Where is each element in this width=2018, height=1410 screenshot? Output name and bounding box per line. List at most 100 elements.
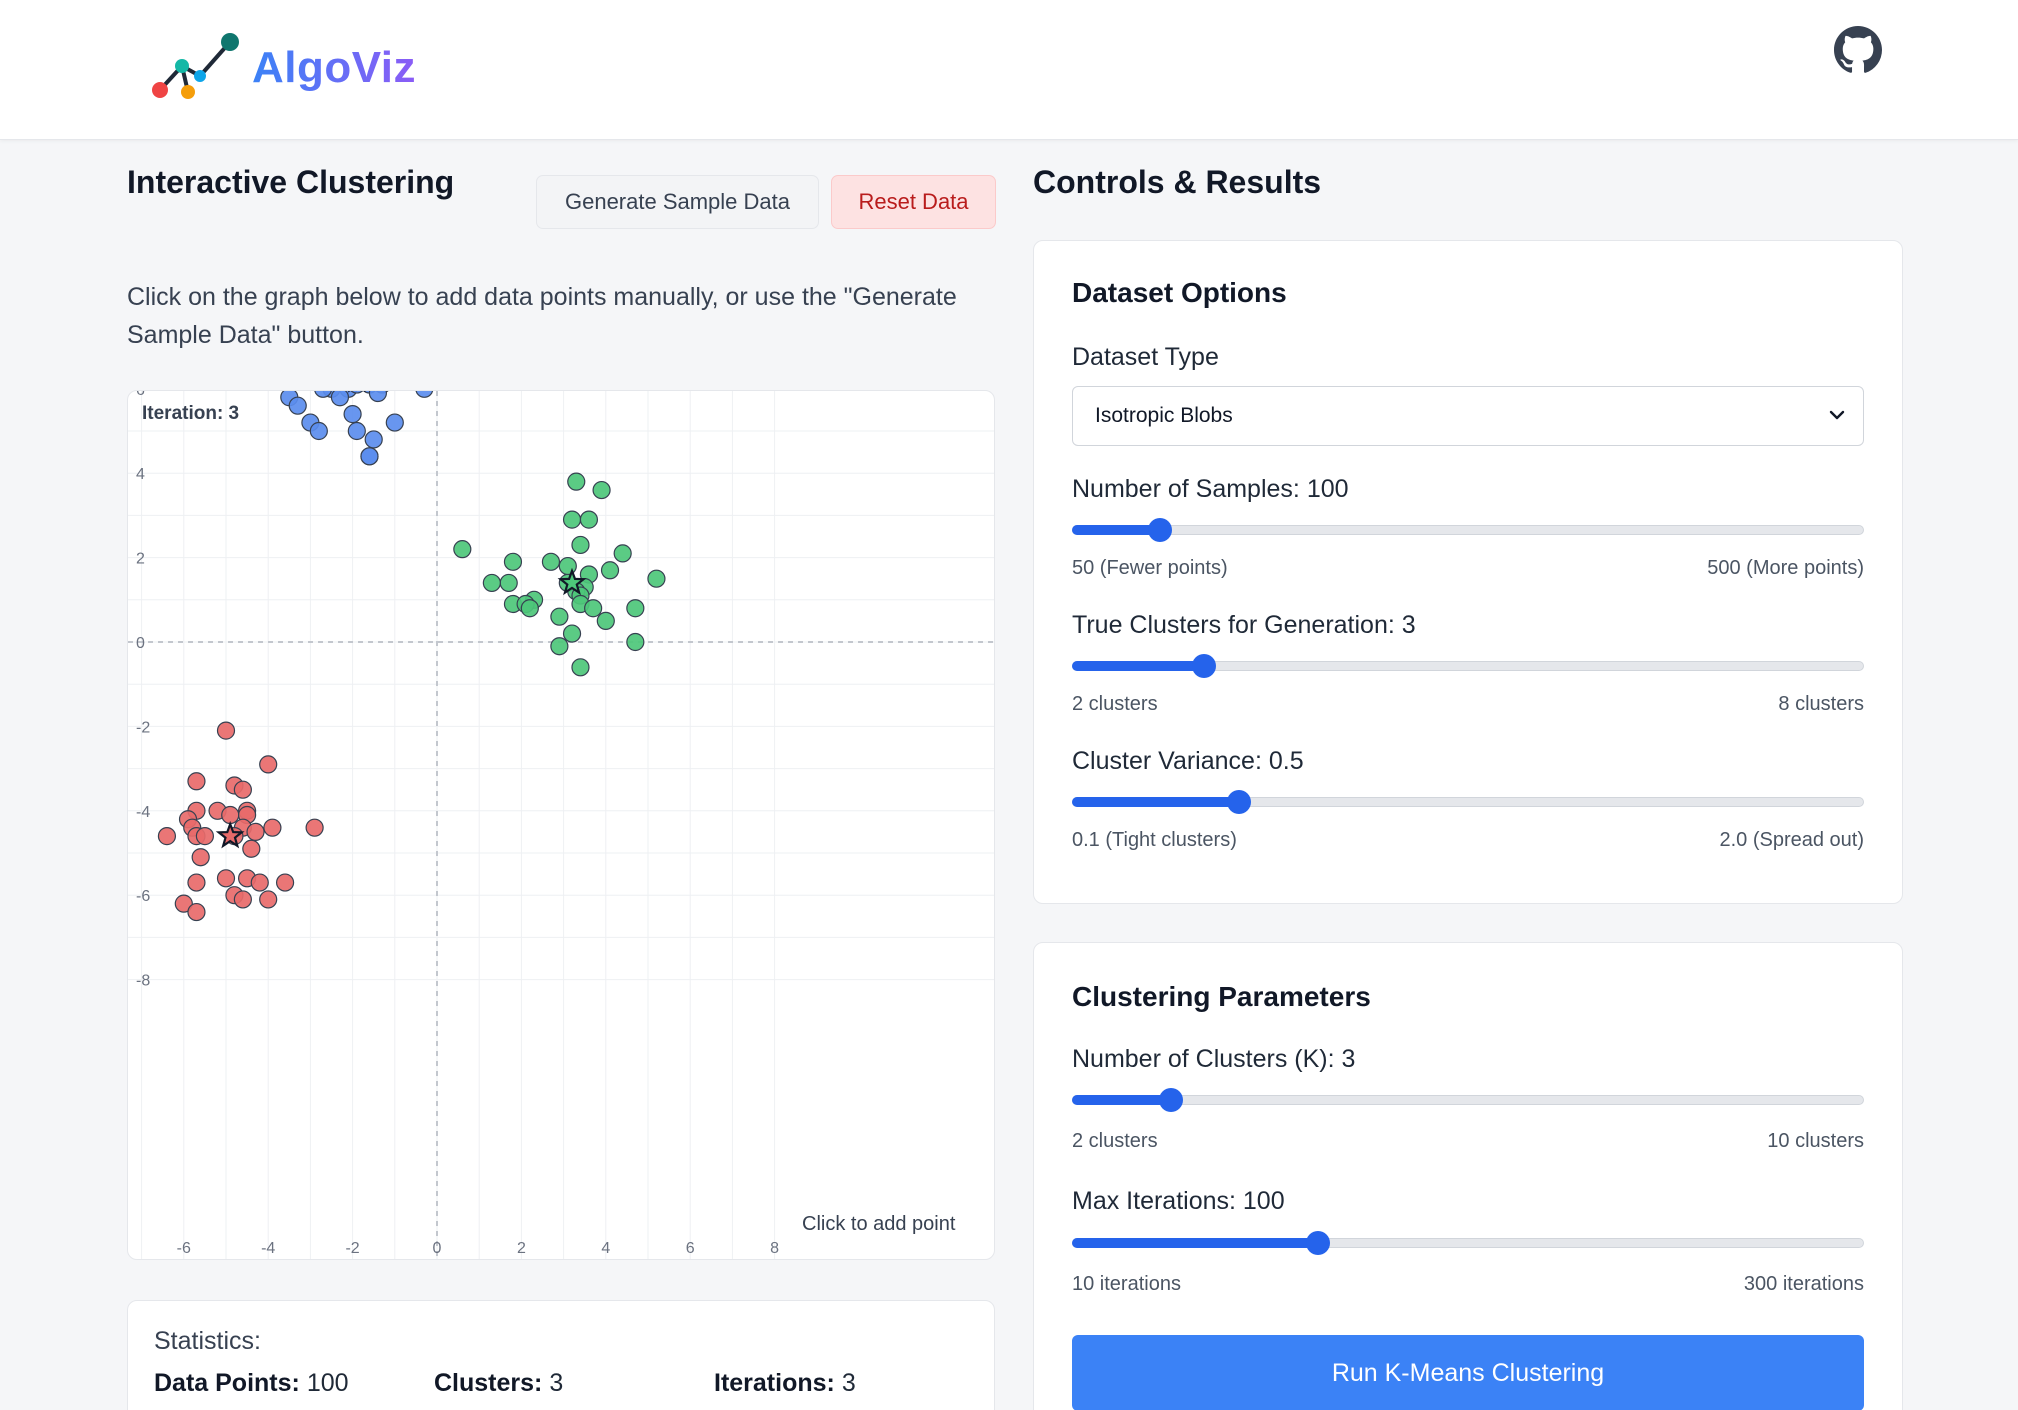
data-point bbox=[330, 391, 350, 407]
data-point bbox=[233, 890, 252, 909]
x-tick-label: 2 bbox=[517, 1240, 526, 1257]
data-point bbox=[195, 827, 215, 846]
click-to-add-hint: Click to add point bbox=[790, 1209, 968, 1240]
k-slider[interactable] bbox=[1072, 1085, 1864, 1115]
data-point bbox=[259, 755, 278, 774]
y-tick-label: -8 bbox=[136, 973, 150, 990]
samples-max-label: 500 (More points) bbox=[1707, 557, 1864, 579]
data-point bbox=[309, 421, 328, 441]
x-tick-label: -4 bbox=[261, 1240, 275, 1257]
data-point bbox=[550, 637, 569, 656]
x-tick-label: -6 bbox=[177, 1240, 191, 1257]
scatter-plot-area[interactable]: -8-6-4-20246886420-2-4-6-8 Iteration: 3 … bbox=[127, 390, 995, 1260]
stat-data-points: Data Points: 100 bbox=[154, 1369, 349, 1398]
data-point bbox=[415, 391, 434, 398]
clustering-parameters-title: Clustering Parameters bbox=[1072, 981, 1371, 1012]
data-point bbox=[246, 822, 265, 841]
data-point bbox=[288, 396, 307, 415]
data-point bbox=[571, 658, 590, 677]
stat-data-points-value: 100 bbox=[306, 1369, 349, 1397]
algoviz-logo-icon bbox=[152, 33, 239, 99]
data-point bbox=[385, 413, 404, 432]
data-point bbox=[368, 391, 388, 403]
stat-clusters-label: Clusters: bbox=[434, 1369, 543, 1397]
true-clusters-min-label: 2 clusters bbox=[1072, 693, 1158, 715]
instructions-text: Click on the graph below to add data poi… bbox=[127, 283, 957, 349]
statistics-title: Statistics: bbox=[154, 1327, 261, 1355]
app-header: AlgoViz bbox=[0, 0, 2018, 140]
github-icon[interactable] bbox=[1834, 26, 1882, 74]
variance-slider[interactable] bbox=[1072, 787, 1864, 817]
data-point bbox=[275, 873, 295, 892]
y-tick-label: 2 bbox=[136, 551, 145, 568]
data-point bbox=[360, 447, 379, 466]
max-iterations-max-label: 300 iterations bbox=[1743, 1273, 1864, 1295]
reset-data-button[interactable]: Reset Data bbox=[831, 175, 996, 229]
scatter-plot-svg[interactable]: -8-6-4-20246886420-2-4-6-8 bbox=[128, 391, 995, 1260]
data-point bbox=[343, 405, 362, 424]
y-tick-label: 6 bbox=[136, 391, 145, 399]
max-iterations-slider[interactable] bbox=[1072, 1228, 1864, 1258]
iteration-label: Iteration: 3 bbox=[142, 403, 240, 424]
data-point bbox=[584, 599, 603, 618]
stat-iterations-value: 3 bbox=[841, 1369, 856, 1397]
data-point bbox=[305, 818, 324, 837]
data-point bbox=[187, 772, 206, 791]
data-point bbox=[191, 848, 210, 867]
slider-thumb[interactable] bbox=[1305, 1231, 1330, 1255]
slider-thumb[interactable] bbox=[1191, 654, 1216, 678]
samples-min-label: 50 (Fewer points) bbox=[1072, 557, 1228, 579]
data-point bbox=[482, 573, 501, 593]
data-point bbox=[347, 421, 366, 441]
true-clusters-label: True Clusters for Generation: 3 bbox=[1072, 611, 1416, 639]
data-point bbox=[600, 561, 620, 580]
generate-sample-data-button[interactable]: Generate Sample Data bbox=[536, 175, 819, 229]
slider-thumb[interactable] bbox=[1159, 1088, 1183, 1112]
true-clusters-max-label: 8 clusters bbox=[1778, 693, 1864, 715]
max-iterations-label: Max Iterations: 100 bbox=[1072, 1187, 1285, 1215]
data-point bbox=[259, 890, 278, 909]
stat-clusters-value: 3 bbox=[549, 1369, 564, 1397]
brand-name: AlgoViz bbox=[252, 43, 417, 92]
slider-thumb[interactable] bbox=[1148, 518, 1172, 542]
slider-fill bbox=[1072, 797, 1239, 807]
slider-track bbox=[1072, 525, 1864, 535]
data-point bbox=[242, 839, 261, 858]
dataset-type-value: Isotropic Blobs bbox=[1095, 404, 1233, 427]
data-point bbox=[613, 544, 632, 563]
slider-thumb[interactable] bbox=[1226, 790, 1251, 814]
samples-label: Number of Samples: 100 bbox=[1072, 475, 1349, 503]
x-tick-label: 8 bbox=[770, 1240, 779, 1257]
statistics-panel: Statistics: Data Points: 100 Clusters: 3… bbox=[127, 1300, 995, 1410]
data-point bbox=[503, 552, 523, 571]
slider-fill bbox=[1072, 525, 1160, 535]
samples-slider[interactable] bbox=[1072, 515, 1864, 545]
data-point bbox=[592, 480, 611, 500]
data-point bbox=[187, 902, 206, 922]
variance-label: Cluster Variance: 0.5 bbox=[1072, 747, 1304, 775]
logo[interactable]: AlgoViz bbox=[148, 28, 416, 108]
data-point bbox=[596, 611, 615, 630]
run-kmeans-button[interactable]: Run K-Means Clustering bbox=[1072, 1335, 1864, 1410]
data-point bbox=[562, 510, 582, 529]
y-tick-label: -2 bbox=[136, 719, 150, 736]
k-min-label: 2 clusters bbox=[1072, 1130, 1158, 1152]
x-tick-label: 6 bbox=[686, 1240, 695, 1257]
data-point bbox=[571, 535, 590, 555]
data-point bbox=[216, 869, 236, 888]
variance-min-label: 0.1 (Tight clusters) bbox=[1072, 829, 1237, 851]
data-point bbox=[157, 827, 177, 846]
data-point bbox=[520, 599, 539, 618]
x-tick-label: -2 bbox=[345, 1240, 359, 1257]
dataset-type-select[interactable]: Isotropic Blobs bbox=[1072, 386, 1864, 446]
data-point bbox=[263, 818, 282, 837]
data-point bbox=[579, 510, 599, 529]
stat-iterations-label: Iterations: bbox=[714, 1369, 835, 1397]
stat-iterations: Iterations: 3 bbox=[714, 1369, 856, 1398]
stat-clusters: Clusters: 3 bbox=[434, 1369, 563, 1398]
stat-data-points-label: Data Points: bbox=[154, 1369, 300, 1397]
data-point bbox=[499, 573, 518, 593]
true-clusters-slider[interactable] bbox=[1072, 651, 1864, 681]
dataset-options-card: Dataset Options Dataset Type Isotropic B… bbox=[1033, 240, 1903, 904]
y-tick-label: -6 bbox=[136, 888, 150, 905]
